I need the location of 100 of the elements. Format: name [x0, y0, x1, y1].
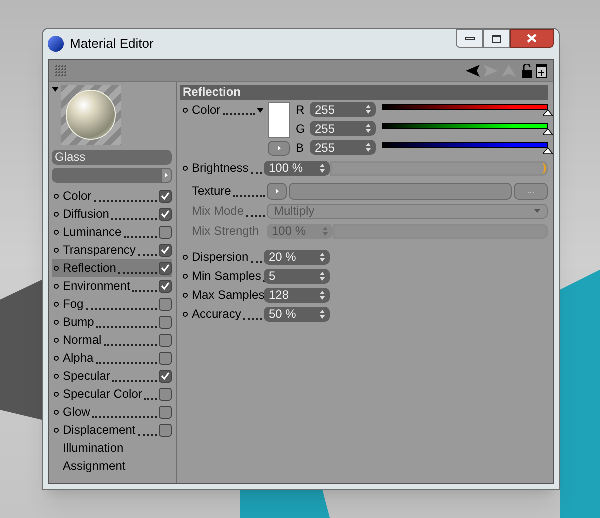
number-field[interactable]: 255 — [310, 102, 376, 117]
material-name-field[interactable]: Glass — [52, 150, 172, 165]
number-field[interactable]: 50 % — [264, 306, 330, 322]
bullet-icon — [54, 320, 59, 324]
leader-dots — [118, 272, 157, 274]
channel-label: Assignment — [63, 458, 126, 475]
channel-item[interactable]: Specular Color — [52, 385, 172, 403]
channel-item[interactable]: Glow — [52, 403, 172, 421]
checkbox[interactable] — [159, 244, 172, 256]
play-icon — [165, 173, 168, 178]
dropdown-arrow-icon[interactable] — [257, 108, 264, 112]
channel-item[interactable]: Bump — [52, 313, 172, 331]
channel-item[interactable]: Environment — [52, 277, 172, 295]
texture-field[interactable] — [289, 182, 512, 200]
number-field[interactable]: 100 % — [264, 160, 330, 176]
checkbox[interactable] — [159, 190, 172, 202]
number-field[interactable]: 255 — [310, 140, 376, 155]
bullet-icon — [183, 108, 188, 112]
checkbox[interactable] — [159, 298, 172, 310]
channel-item[interactable]: Diffusion — [52, 205, 172, 223]
bullet-icon — [183, 254, 188, 260]
spinner-icon[interactable] — [320, 310, 325, 318]
back-arrow-icon[interactable] — [466, 64, 480, 76]
channel-label: Luminance — [63, 224, 122, 241]
channel-label: Diffusion — [63, 206, 110, 223]
checkbox[interactable] — [159, 370, 172, 382]
channel-label: Alpha — [63, 350, 94, 367]
spinner-icon[interactable] — [366, 124, 371, 133]
checkmark-icon — [161, 192, 170, 200]
checkbox[interactable] — [159, 280, 172, 292]
channel-item[interactable]: Specular — [52, 367, 172, 385]
number-field[interactable]: 128 — [264, 288, 330, 302]
checkmark-icon — [161, 264, 170, 272]
bullet-icon — [54, 356, 59, 360]
leader-dots — [104, 344, 157, 346]
channel-item[interactable]: Normal — [52, 331, 172, 349]
channel-label: Color — [63, 188, 92, 205]
spinner-icon[interactable] — [320, 164, 325, 172]
color-slider-fill[interactable] — [382, 142, 548, 148]
color-swatch[interactable] — [268, 102, 290, 138]
channel-item[interactable]: Displacement — [52, 421, 172, 439]
leader-dots — [111, 218, 157, 220]
spinner-icon[interactable] — [320, 252, 325, 262]
grip-icon[interactable] — [55, 65, 66, 76]
channel-label: Bump — [63, 314, 94, 331]
checkbox[interactable] — [159, 316, 172, 328]
channel-label: Specular — [63, 368, 110, 385]
checkbox[interactable] — [159, 424, 172, 436]
channel-label: Illumination — [63, 440, 124, 457]
number-field[interactable]: 5 — [264, 268, 330, 284]
channel-item[interactable]: Color — [52, 187, 172, 205]
spinner-icon[interactable] — [366, 105, 371, 114]
spinner-icon[interactable] — [320, 290, 325, 300]
checkmark-icon — [161, 282, 170, 290]
leader-dots — [138, 434, 157, 436]
slider-thumb-icon[interactable] — [543, 128, 553, 134]
maximize-button[interactable] — [483, 29, 510, 48]
checkbox[interactable] — [159, 352, 172, 364]
checkbox[interactable] — [159, 388, 172, 400]
checkbox[interactable] — [159, 334, 172, 346]
play-button[interactable] — [267, 182, 287, 200]
channel-item[interactable]: Alpha — [52, 349, 172, 367]
channel-item[interactable]: Illumination — [52, 439, 172, 457]
bullet-icon — [183, 312, 188, 316]
checkbox[interactable] — [159, 226, 172, 238]
play-icon — [276, 188, 278, 194]
channel-item[interactable]: Transparency — [52, 241, 172, 259]
channel-item[interactable]: Fog — [52, 295, 172, 313]
color-slider-fill[interactable] — [382, 104, 548, 110]
channel-label: Glow — [63, 404, 90, 421]
app-icon — [48, 36, 64, 52]
color-slider-fill[interactable] — [382, 122, 548, 128]
slider-thumb-icon[interactable] — [543, 148, 553, 154]
minimize-button[interactable] — [456, 29, 483, 48]
channel-label: Reflection — [63, 260, 116, 277]
spinner-icon[interactable] — [366, 143, 371, 152]
texture-link-field[interactable] — [52, 168, 161, 183]
channel-item[interactable]: Reflection — [52, 259, 172, 277]
channel-label: Transparency — [63, 242, 136, 259]
channel-label: Specular Color — [63, 386, 142, 403]
channel-letter: B — [296, 140, 306, 156]
channel-item[interactable]: Assignment — [52, 457, 172, 475]
spinner-icon[interactable] — [320, 272, 325, 280]
leader-dots — [222, 113, 255, 115]
checkbox[interactable] — [159, 208, 172, 220]
channel-item[interactable]: Luminance — [52, 223, 172, 241]
number-field[interactable]: 20 % — [264, 250, 330, 264]
number-field[interactable]: 255 — [310, 121, 376, 136]
new-panel-icon[interactable] — [536, 64, 547, 78]
play-button[interactable] — [268, 141, 290, 156]
slider-thumb-icon[interactable] — [543, 110, 553, 116]
window-title: Material Editor — [70, 35, 155, 54]
lock-icon[interactable] — [522, 64, 532, 78]
checkbox[interactable] — [159, 262, 172, 274]
dropdown-arrow-icon[interactable] — [52, 87, 59, 92]
checkbox[interactable] — [159, 406, 172, 418]
play-button[interactable] — [161, 168, 172, 183]
dropdown-arrow-icon — [534, 209, 541, 213]
close-button[interactable] — [510, 29, 554, 48]
bullet-icon — [183, 274, 188, 278]
